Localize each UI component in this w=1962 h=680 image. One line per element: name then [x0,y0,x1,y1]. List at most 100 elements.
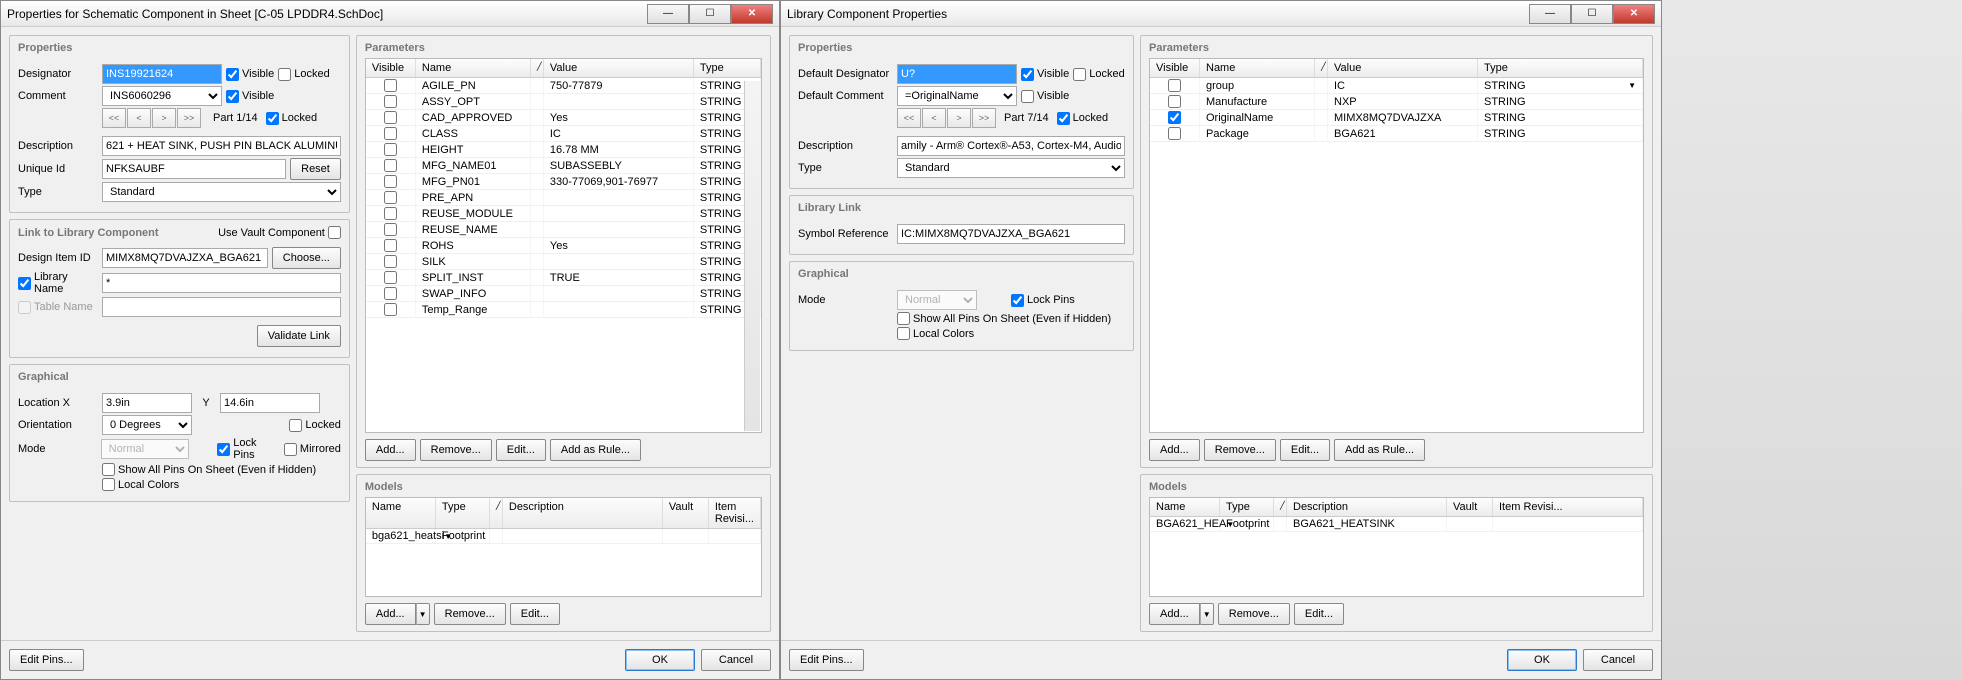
tablename-input[interactable] [102,297,341,317]
mcol-name[interactable]: Name [366,498,436,528]
model-edit-button[interactable]: Edit... [510,603,560,625]
graphical-locked-checkbox[interactable] [289,419,302,432]
param-visible-checkbox[interactable] [384,143,397,156]
mcol-type[interactable]: Type [436,498,490,528]
param-visible-checkbox[interactable] [384,287,397,300]
use-vault-checkbox[interactable] [328,226,341,239]
parameters-table[interactable]: Visible Name ╱ Value Type group IC STRIN… [1149,58,1644,433]
table-row[interactable]: HEIGHT 16.78 MM STRING [366,142,761,158]
table-row[interactable]: group IC STRING▼ [1150,78,1643,94]
table-row[interactable]: BGA621_HEA▼ Footprint BGA621_HEATSINK [1150,517,1643,532]
part-first-button[interactable]: << [102,108,126,128]
editpins-button[interactable]: Edit Pins... [9,649,84,671]
mcol-desc[interactable]: Description [1287,498,1447,516]
locy-input[interactable] [220,393,320,413]
showallpins-checkbox[interactable] [897,312,910,325]
reset-button[interactable]: Reset [290,158,341,180]
choose-button[interactable]: Choose... [272,247,341,269]
mcol-rev[interactable]: Item Revisi... [1493,498,1643,516]
part-last-button[interactable]: >> [972,108,996,128]
param-visible-checkbox[interactable] [384,95,397,108]
mcol-desc[interactable]: Description [503,498,663,528]
param-edit-button[interactable]: Edit... [1280,439,1330,461]
part-first-button[interactable]: << [897,108,921,128]
lockpins-checkbox[interactable] [1011,294,1024,307]
designator-locked-checkbox[interactable] [278,68,291,81]
param-visible-checkbox[interactable] [384,127,397,140]
col-type[interactable]: Type [694,59,761,77]
part-last-button[interactable]: >> [177,108,201,128]
param-rule-button[interactable]: Add as Rule... [1334,439,1425,461]
part-prev-button[interactable]: < [922,108,946,128]
param-edit-button[interactable]: Edit... [496,439,546,461]
table-row[interactable]: MFG_NAME01 SUBASSEBLY STRING [366,158,761,174]
models-table[interactable]: Name Type ╱ Description Vault Item Revis… [1149,497,1644,597]
libname-input[interactable] [102,273,341,293]
ok-button[interactable]: OK [1507,649,1577,671]
table-row[interactable]: ROHS Yes STRING [366,238,761,254]
design-item-input[interactable] [102,248,268,268]
titlebar[interactable]: Library Component Properties — ☐ ✕ [781,1,1661,27]
model-edit-button[interactable]: Edit... [1294,603,1344,625]
uniqueid-input[interactable] [102,159,286,179]
type-select[interactable]: Standard [897,158,1125,178]
param-visible-checkbox[interactable] [384,175,397,188]
param-remove-button[interactable]: Remove... [1204,439,1276,461]
table-row[interactable]: SWAP_INFO STRING [366,286,761,302]
localcolors-checkbox[interactable] [897,327,910,340]
locx-input[interactable] [102,393,192,413]
table-row[interactable]: bga621_heatsi▼ Footprint [366,529,761,544]
col-visible[interactable]: Visible [366,59,416,77]
param-visible-checkbox[interactable] [384,223,397,236]
param-visible-checkbox[interactable] [1168,127,1181,140]
table-row[interactable]: CAD_APPROVED Yes STRING [366,110,761,126]
designator-input[interactable] [102,64,222,84]
part-next-button[interactable]: > [947,108,971,128]
part-prev-button[interactable]: < [127,108,151,128]
model-remove-button[interactable]: Remove... [1218,603,1290,625]
param-remove-button[interactable]: Remove... [420,439,492,461]
table-row[interactable]: Temp_Range STRING [366,302,761,318]
minimize-button[interactable]: — [647,4,689,24]
validate-link-button[interactable]: Validate Link [257,325,341,347]
col-name[interactable]: Name [1200,59,1315,77]
symref-input[interactable] [897,224,1125,244]
mcol-rev[interactable]: Item Revisi... [709,498,761,528]
param-visible-checkbox[interactable] [384,255,397,268]
param-visible-checkbox[interactable] [384,207,397,220]
maximize-button[interactable]: ☐ [689,4,731,24]
cancel-button[interactable]: Cancel [701,649,771,671]
param-visible-checkbox[interactable] [1168,79,1181,92]
libname-checkbox[interactable] [18,277,31,290]
showallpins-checkbox[interactable] [102,463,115,476]
defdes-input[interactable] [897,64,1017,84]
table-row[interactable]: OriginalName MIMX8MQ7DVAJZXA STRING [1150,110,1643,126]
param-add-button[interactable]: Add... [1149,439,1200,461]
col-value[interactable]: Value [544,59,694,77]
mirrored-checkbox[interactable] [284,443,297,456]
part-locked-checkbox[interactable] [1057,112,1070,125]
parameters-table[interactable]: Visible Name ╱ Value Type AGILE_PN 750-7… [365,58,762,433]
mcol-name[interactable]: Name [1150,498,1220,516]
table-row[interactable]: ASSY_OPT STRING [366,94,761,110]
type-select[interactable]: Standard [102,182,341,202]
col-type[interactable]: Type [1478,59,1643,77]
param-visible-checkbox[interactable] [384,111,397,124]
param-add-button[interactable]: Add... [365,439,416,461]
minimize-button[interactable]: — [1529,4,1571,24]
table-row[interactable]: SILK STRING [366,254,761,270]
col-value[interactable]: Value [1328,59,1478,77]
description-input[interactable] [102,136,341,156]
designator-visible-checkbox[interactable] [226,68,239,81]
close-button[interactable]: ✕ [731,4,773,24]
defdes-visible-checkbox[interactable] [1021,68,1034,81]
col-visible[interactable]: Visible [1150,59,1200,77]
defcom-visible-checkbox[interactable] [1021,90,1034,103]
defdes-locked-checkbox[interactable] [1073,68,1086,81]
cancel-button[interactable]: Cancel [1583,649,1653,671]
param-visible-checkbox[interactable] [384,271,397,284]
model-add-button[interactable]: Add... [365,603,416,625]
param-visible-checkbox[interactable] [384,239,397,252]
param-visible-checkbox[interactable] [384,79,397,92]
param-visible-checkbox[interactable] [384,191,397,204]
